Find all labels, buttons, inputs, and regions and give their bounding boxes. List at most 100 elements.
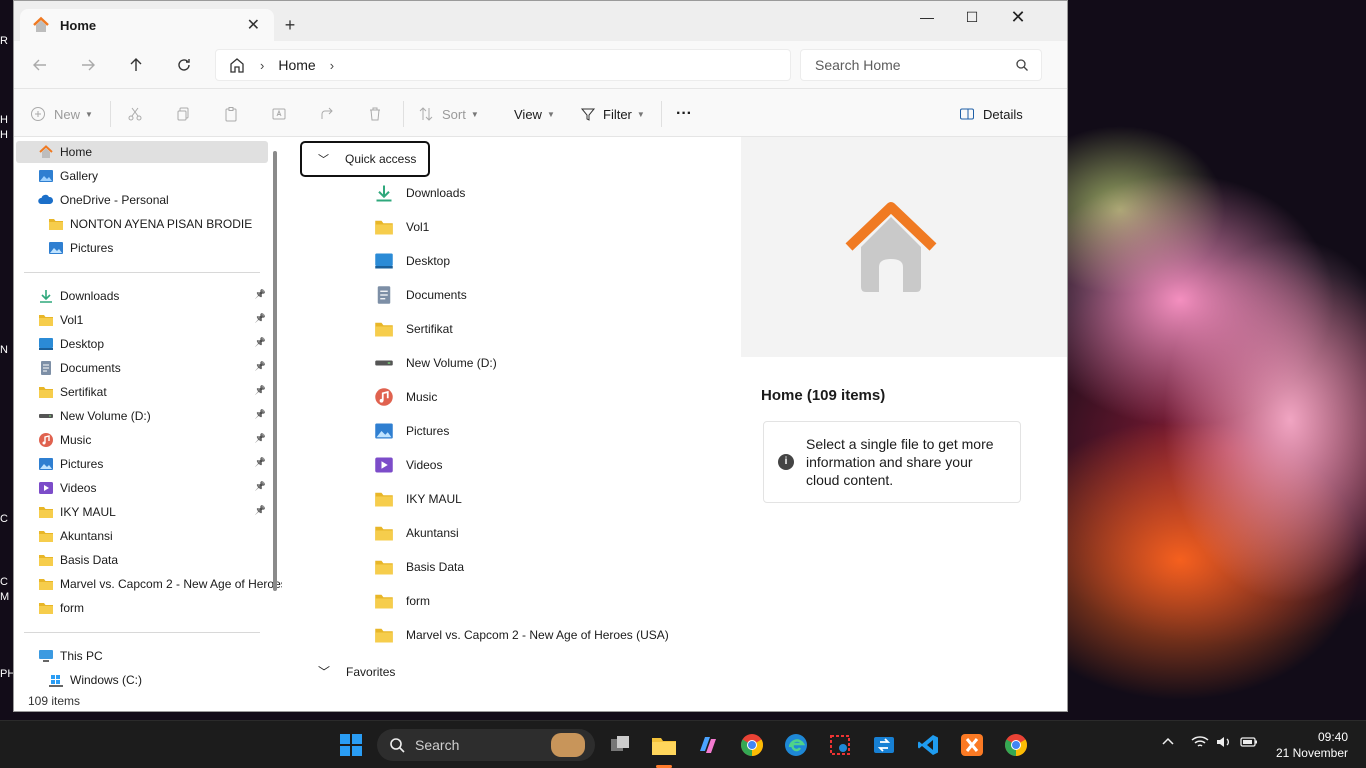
nav-item[interactable]: Home [16, 141, 268, 163]
nav-item[interactable]: New Volume (D:) 📌 [16, 405, 268, 427]
rename-button[interactable] [271, 101, 287, 127]
show-hidden-icons-button[interactable] [1161, 735, 1175, 752]
pictures-icon [38, 456, 54, 472]
nav-item[interactable]: NONTON AYENA PISAN BRODIE [16, 213, 268, 235]
quick-access-header[interactable]: ﹀ Quick access [300, 141, 430, 177]
quick-access-item-label: IKY MAUL [406, 492, 462, 506]
music-icon [38, 432, 54, 448]
nav-item[interactable]: Basis Data [16, 549, 268, 571]
tab-home[interactable]: Home ✕ [20, 9, 274, 41]
quick-access-item[interactable]: Marvel vs. Capcom 2 - New Age of Heroes … [374, 622, 669, 648]
nav-item[interactable]: Marvel vs. Capcom 2 - New Age of Heroes … [16, 573, 282, 595]
sort-label: Sort [442, 106, 466, 122]
chrome-profile-button[interactable] [1002, 731, 1030, 759]
wifi-icon[interactable] [1191, 735, 1209, 752]
delete-button[interactable] [367, 101, 383, 127]
remote-app-button[interactable] [870, 731, 898, 759]
file-explorer-taskbar-button[interactable] [650, 731, 678, 759]
new-tab-button[interactable]: + [278, 13, 302, 37]
quick-access-item[interactable]: Vol1 [374, 214, 429, 240]
close-tab-icon[interactable]: ✕ [247, 15, 260, 35]
vscode-button[interactable] [914, 731, 942, 759]
forward-button[interactable] [76, 53, 100, 77]
document-icon [38, 360, 54, 376]
nav-item[interactable]: Vol1 📌 [16, 309, 268, 331]
up-button[interactable] [124, 53, 148, 77]
quick-access-item[interactable]: Akuntansi [374, 520, 459, 546]
maximize-button[interactable]: ☐ [949, 5, 995, 29]
filter-button[interactable]: Filter ▼ [580, 101, 645, 127]
copy-button[interactable] [175, 101, 191, 127]
nav-item[interactable]: Pictures [16, 237, 268, 259]
quick-access-item[interactable]: New Volume (D:) [374, 350, 497, 376]
sort-button[interactable]: Sort ▼ [418, 101, 479, 127]
edge-button[interactable] [782, 731, 810, 759]
quick-access-item[interactable]: Sertifikat [374, 316, 453, 342]
refresh-button[interactable] [172, 53, 196, 77]
desktop-icon [38, 336, 54, 352]
nav-item[interactable]: Music 📌 [16, 429, 268, 451]
close-window-button[interactable]: ✕ [995, 5, 1041, 29]
paste-button[interactable] [223, 101, 239, 127]
address-bar[interactable]: › Home › [215, 49, 791, 81]
favorites-header[interactable]: ﹀ Favorites [318, 663, 395, 680]
nav-item[interactable]: Windows (C:) [16, 669, 268, 689]
chrome-button[interactable] [738, 731, 766, 759]
breadcrumb-chevron-icon[interactable]: › [330, 58, 334, 73]
favorites-label: Favorites [346, 664, 396, 679]
volume-icon[interactable] [1216, 735, 1232, 752]
details-pane-button[interactable]: Details [959, 101, 1023, 127]
more-options-button[interactable]: ··· [676, 101, 692, 127]
taskbar-search[interactable]: Search [377, 729, 595, 761]
task-view-button[interactable] [606, 731, 634, 759]
nav-item[interactable]: IKY MAUL 📌 [16, 501, 268, 523]
share-button[interactable] [319, 101, 335, 127]
search-input[interactable] [815, 57, 995, 73]
nav-item[interactable]: Gallery [16, 165, 268, 187]
folder-icon [38, 312, 54, 328]
back-button[interactable] [28, 53, 52, 77]
view-button[interactable]: View ▼ [514, 101, 555, 127]
nav-item[interactable]: OneDrive - Personal [16, 189, 268, 211]
breadcrumb-home[interactable]: Home [278, 57, 315, 73]
xampp-icon [961, 734, 983, 756]
start-button[interactable] [337, 731, 365, 759]
battery-icon[interactable] [1240, 735, 1258, 752]
cut-button[interactable] [127, 101, 143, 127]
quick-access-item[interactable]: Documents [374, 282, 467, 308]
quick-access-item[interactable]: Music [374, 384, 437, 410]
title-bar: Home ✕ + — ☐ ✕ [14, 1, 1067, 41]
quick-access-item[interactable]: Pictures [374, 418, 449, 444]
nav-divider [24, 272, 260, 273]
nav-item-label: Videos [60, 481, 97, 495]
nav-item[interactable]: This PC [16, 645, 268, 667]
minimize-button[interactable]: — [904, 5, 950, 29]
divider [661, 101, 662, 127]
quick-access-item[interactable]: Downloads [374, 180, 465, 206]
quick-access-item[interactable]: Videos [374, 452, 442, 478]
clock-time: 09:40 [1317, 730, 1348, 744]
quick-access-item[interactable]: form [374, 588, 430, 614]
item-count: 109 items [28, 694, 81, 708]
nav-item[interactable]: form [16, 597, 268, 619]
search-box[interactable] [800, 49, 1042, 81]
nav-item[interactable]: Videos 📌 [16, 477, 268, 499]
quick-access-item[interactable]: Basis Data [374, 554, 464, 580]
navigation-scrollbar[interactable] [273, 151, 277, 591]
xampp-button[interactable] [958, 731, 986, 759]
preview-area [741, 137, 1067, 357]
copilot-button[interactable] [694, 731, 722, 759]
nav-item[interactable]: Akuntansi [16, 525, 268, 547]
copy-icon [177, 107, 189, 121]
nav-item[interactable]: Pictures 📌 [16, 453, 268, 475]
clock[interactable]: 09:40 21 November [1276, 729, 1348, 761]
nav-item[interactable]: Sertifikat 📌 [16, 381, 268, 403]
nav-item[interactable]: Desktop 📌 [16, 333, 268, 355]
quick-access-item[interactable]: Desktop [374, 248, 450, 274]
snipping-tool-button[interactable] [826, 731, 854, 759]
nav-item[interactable]: Downloads 📌 [16, 285, 268, 307]
quick-access-item[interactable]: IKY MAUL [374, 486, 462, 512]
new-button[interactable]: New ▼ [30, 101, 93, 127]
cloud-icon [38, 192, 54, 208]
nav-item[interactable]: Documents 📌 [16, 357, 268, 379]
